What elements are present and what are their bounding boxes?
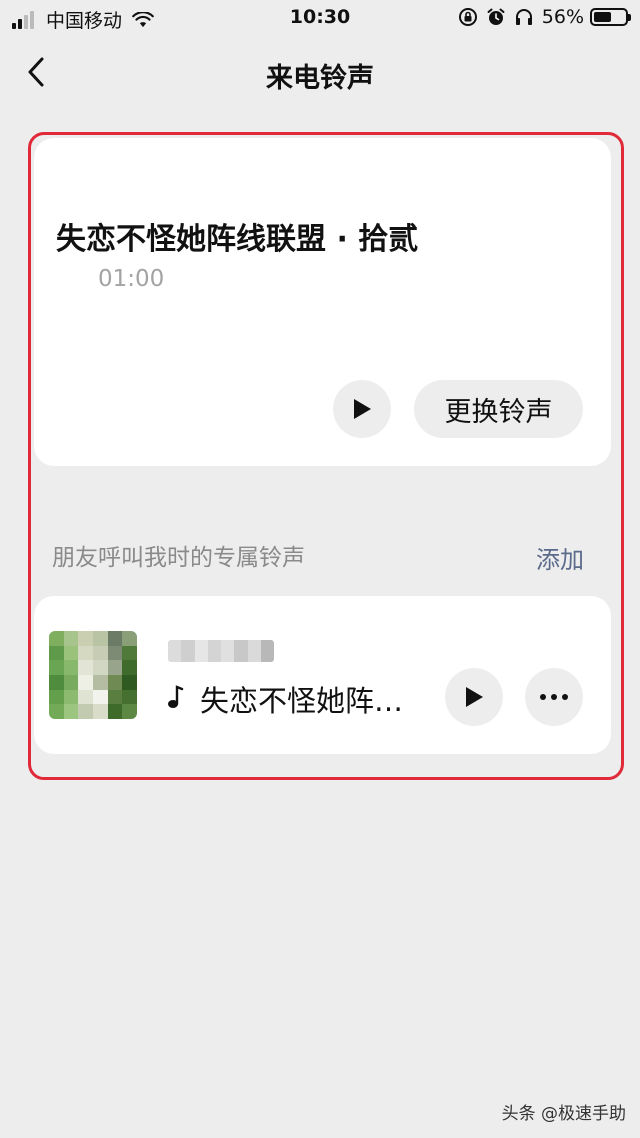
battery-icon — [590, 8, 631, 26]
change-ringtone-button[interactable]: 更换铃声 — [414, 380, 583, 438]
play-icon — [354, 399, 371, 419]
add-friend-ringtone-button[interactable]: 添加 — [536, 540, 584, 575]
music-note-icon — [168, 685, 184, 708]
play-friend-ringtone-button[interactable] — [445, 668, 503, 726]
nav-bar: 来电铃声 — [0, 40, 640, 104]
avatar — [49, 631, 137, 719]
friends-section-label: 朋友呼叫我时的专属铃声 — [52, 545, 305, 571]
page-title: 来电铃声 — [266, 63, 374, 94]
friend-ringtone-card: 失恋不怪她阵… — [34, 596, 611, 754]
status-right: 56% — [450, 6, 631, 28]
more-options-button[interactable] — [525, 668, 583, 726]
ringtone-title: 失恋不怪她阵线联盟 · 拾贰 — [56, 222, 419, 257]
battery-percent: 56% — [541, 6, 584, 28]
ringtone-card: 失恋不怪她阵线联盟 · 拾贰 01:00 更换铃声 — [34, 138, 611, 466]
friend-name-blurred — [168, 640, 274, 662]
watermark: 头条 @极速手助 — [501, 1104, 626, 1124]
battery-fill — [594, 12, 611, 22]
friend-ringtone-song: 失恋不怪她阵… — [200, 684, 404, 718]
alarm-icon — [487, 8, 505, 25]
status-bar: 中国移动 10:30 56% — [0, 0, 640, 36]
ringtone-duration: 01:00 — [98, 266, 165, 292]
orientation-lock-icon — [458, 8, 477, 26]
play-icon — [466, 687, 483, 707]
headphones-icon — [515, 9, 532, 25]
play-ringtone-button[interactable] — [333, 380, 391, 438]
more-icon — [540, 694, 568, 700]
